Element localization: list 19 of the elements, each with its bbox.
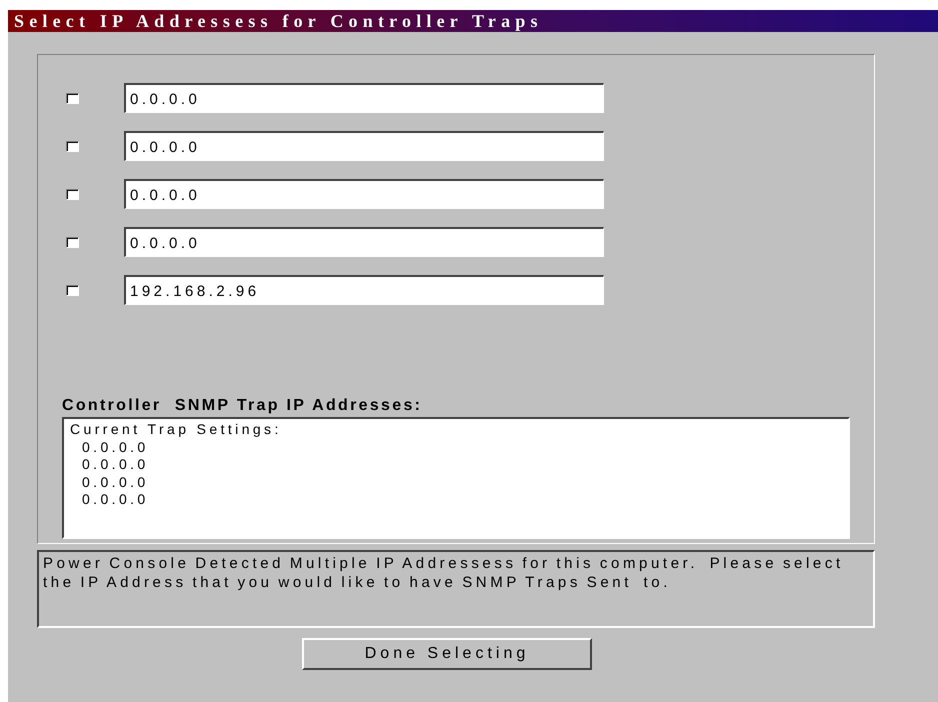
trap-address: 0.0.0.0: [81, 474, 150, 491]
ip-address-field[interactable]: 0.0.0.0: [124, 131, 604, 161]
ip-address-field[interactable]: 0.0.0.0: [124, 83, 604, 113]
checkbox[interactable]: [66, 236, 79, 248]
section-heading: Controller SNMP Trap IP Addresses:: [62, 397, 424, 415]
ip-address-field[interactable]: 0.0.0.0: [124, 227, 604, 257]
checkbox[interactable]: [66, 188, 79, 200]
checkbox[interactable]: [66, 140, 79, 152]
checkbox[interactable]: [66, 92, 79, 104]
done-selecting-button[interactable]: Done Selecting: [302, 638, 592, 670]
checkbox[interactable]: [66, 284, 79, 296]
list-title: Current Trap Settings:: [70, 421, 283, 438]
ip-address-field[interactable]: 192.168.2.96: [124, 275, 604, 305]
trap-address: 0.0.0.0: [81, 456, 150, 474]
message-text: Power Console Detected Multiple IP Addressess for this computer. Please select the IP Address that you would like to have SNMP Traps Sent to.: [37, 550, 875, 628]
trap-address: 0.0.0.0: [81, 438, 150, 456]
ip-address-field[interactable]: 0.0.0.0: [124, 179, 604, 209]
window-title: Select IP Addressess for Controller Traps: [8, 10, 938, 32]
trap-address: 0.0.0.0: [81, 491, 150, 508]
